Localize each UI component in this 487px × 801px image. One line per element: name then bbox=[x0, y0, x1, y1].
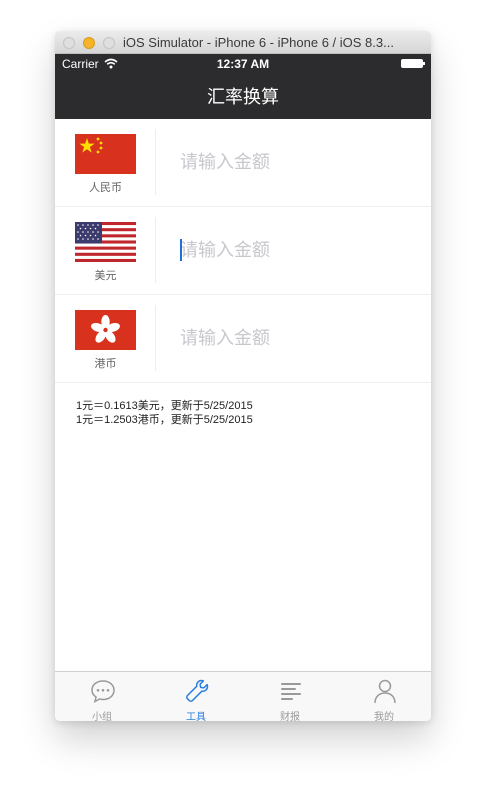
currency-row-cny: 人民币 bbox=[55, 119, 431, 207]
row-divider bbox=[155, 217, 156, 283]
report-lines-icon bbox=[281, 683, 301, 700]
row-divider bbox=[155, 129, 156, 195]
hong-kong-flag-icon bbox=[75, 310, 136, 350]
window-title: iOS Simulator - iPhone 6 - iPhone 6 / iO… bbox=[123, 35, 394, 50]
china-flag-icon bbox=[75, 134, 136, 174]
page-title: 汇率换算 bbox=[207, 87, 279, 107]
tab-bar: 小组 工具 财报 我的 bbox=[55, 671, 431, 721]
tab-tools[interactable]: 工具 bbox=[149, 672, 243, 721]
usa-flag-icon bbox=[75, 222, 136, 262]
tab-label: 小组 bbox=[92, 712, 112, 721]
tab-label: 财报 bbox=[280, 712, 300, 721]
currency-name-usd: 美元 bbox=[94, 270, 117, 282]
window-titlebar: iOS Simulator - iPhone 6 - iPhone 6 / iO… bbox=[55, 31, 431, 54]
tab-profile[interactable]: 我的 bbox=[337, 672, 431, 721]
currency-row-hkd: 港币 bbox=[55, 295, 431, 383]
rate-line-usd: 1元＝0.1613美元，更新于5/25/2015 bbox=[76, 400, 253, 412]
minimize-window-button[interactable] bbox=[83, 37, 95, 49]
amount-input-usd[interactable] bbox=[176, 235, 410, 265]
tab-group[interactable]: 小组 bbox=[55, 672, 149, 721]
navigation-bar: 汇率换算 bbox=[55, 73, 431, 119]
text-cursor bbox=[180, 239, 182, 261]
status-bar: Carrier 12:37 AM bbox=[55, 54, 431, 73]
currency-name-cny: 人民币 bbox=[89, 182, 122, 194]
status-time: 12:37 AM bbox=[216, 57, 270, 71]
amount-input-hkd[interactable] bbox=[176, 323, 410, 353]
rate-line-hkd: 1元＝1.2503港币，更新于5/25/2015 bbox=[76, 414, 253, 426]
currency-row-usd: 美元 bbox=[55, 207, 431, 295]
close-window-button[interactable] bbox=[63, 37, 75, 49]
person-icon bbox=[374, 679, 396, 704]
tab-label: 工具 bbox=[186, 712, 206, 721]
currency-name-hkd: 港币 bbox=[94, 358, 117, 370]
row-divider bbox=[155, 305, 156, 371]
chat-bubble-icon bbox=[91, 680, 115, 703]
wrench-icon bbox=[186, 679, 209, 702]
battery-icon bbox=[401, 59, 425, 68]
amount-input-cny[interactable] bbox=[176, 147, 410, 177]
tab-label: 我的 bbox=[374, 712, 394, 721]
simulator-window: iOS Simulator - iPhone 6 - iPhone 6 / iO… bbox=[55, 31, 431, 721]
zoom-window-button[interactable] bbox=[103, 37, 115, 49]
tab-reports[interactable]: 财报 bbox=[243, 672, 337, 721]
exchange-rates-info: 1元＝0.1613美元，更新于5/25/2015 1元＝1.2503港币，更新于… bbox=[76, 399, 253, 427]
